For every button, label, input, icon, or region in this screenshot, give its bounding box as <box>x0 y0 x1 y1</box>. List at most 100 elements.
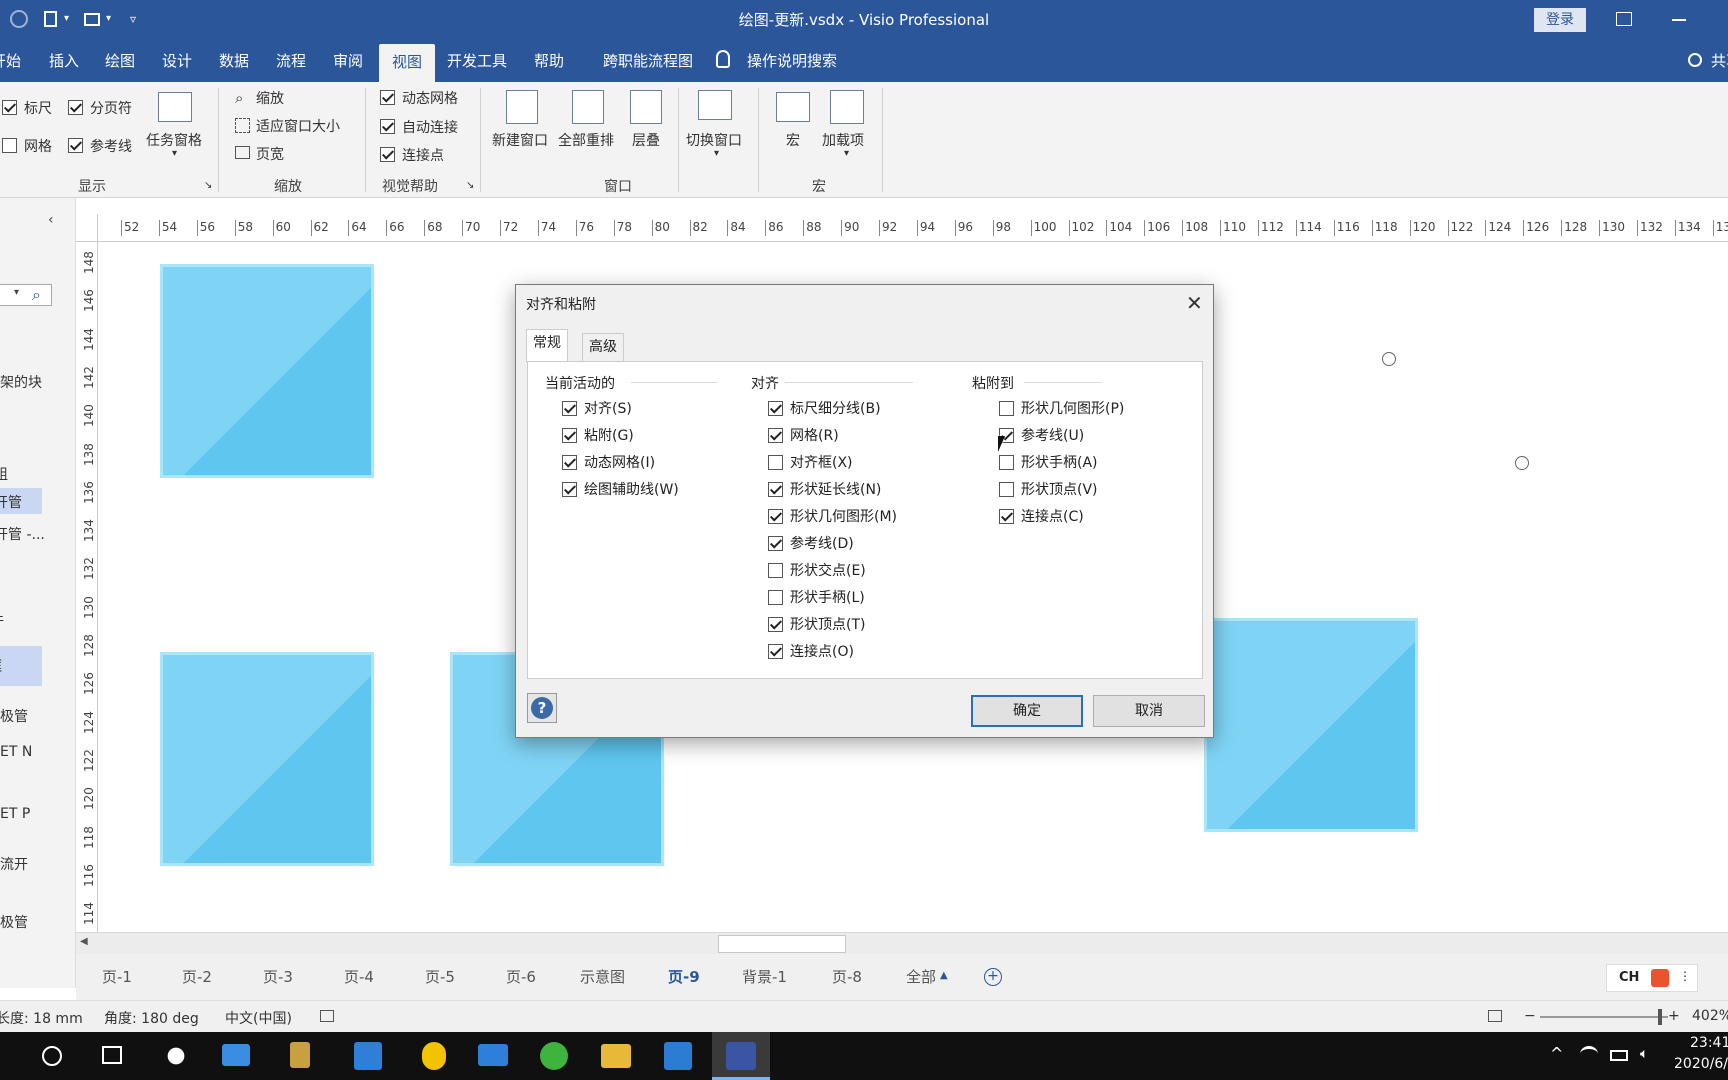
snap-option-10[interactable]: 连接点(O) <box>768 643 854 661</box>
stencil-item[interactable]: 组 <box>0 464 8 484</box>
qq-icon[interactable] <box>422 1042 446 1070</box>
snap-checkbox-3[interactable] <box>768 455 783 470</box>
computer-icon[interactable] <box>222 1044 250 1066</box>
page-tab[interactable]: 页-8 <box>832 966 862 987</box>
new-window-icon[interactable] <box>506 90 538 124</box>
shape-search-box[interactable] <box>0 284 52 306</box>
visio-icon[interactable] <box>726 1042 756 1070</box>
page-tab[interactable]: 页-5 <box>425 966 455 987</box>
page-tab[interactable]: 页-1 <box>102 966 132 987</box>
stencil-item[interactable]: 开管 <box>0 492 22 512</box>
grid-checkbox[interactable] <box>2 138 17 153</box>
snap-checkbox-9[interactable] <box>768 617 783 632</box>
glue-option-3[interactable]: 形状手柄(A) <box>999 454 1098 472</box>
add-page-icon[interactable]: + <box>984 968 1002 986</box>
volume-icon[interactable]: 🔈︎ <box>1640 1046 1648 1062</box>
zoom-out-icon[interactable]: − <box>1524 1008 1536 1024</box>
active-option-3[interactable]: 动态网格(I) <box>562 454 655 472</box>
cascade-icon[interactable] <box>630 90 662 124</box>
stencil-item[interactable]: 件 <box>0 610 4 630</box>
tab-help[interactable]: 帮助 <box>529 40 569 82</box>
snap-option-7[interactable]: 形状交点(E) <box>768 562 866 580</box>
mail-icon[interactable] <box>478 1044 508 1066</box>
tab-insert[interactable]: 插入 <box>44 40 84 82</box>
wifi-icon[interactable] <box>1580 1046 1598 1062</box>
page-width-button[interactable]: 页宽 <box>256 144 284 164</box>
cancel-button[interactable]: 取消 <box>1093 695 1205 727</box>
auto-connect-checkbox[interactable] <box>380 119 395 134</box>
rectangle-shape[interactable] <box>160 652 374 866</box>
stencil-item[interactable]: ET P <box>0 806 30 822</box>
macro-record-icon[interactable] <box>320 1010 334 1022</box>
tab-cross-functional[interactable]: 跨职能流程图 <box>586 40 710 82</box>
search-circle-icon[interactable] <box>42 1046 62 1066</box>
ok-button[interactable]: 确定 <box>971 695 1083 727</box>
page-tab[interactable]: 页-3 <box>263 966 293 987</box>
close-icon[interactable]: ✕ <box>1186 291 1203 315</box>
macros-button[interactable]: 宏 <box>786 130 800 150</box>
guide-point-icon[interactable] <box>1515 456 1529 470</box>
task-panes-icon[interactable] <box>158 92 192 122</box>
cascade-button[interactable]: 层叠 <box>632 130 660 150</box>
addins-icon[interactable] <box>830 90 864 124</box>
tab-view[interactable]: 视图 <box>379 44 435 82</box>
active-checkbox-4[interactable] <box>562 482 577 497</box>
ribbon-display-options-icon[interactable] <box>1616 12 1632 26</box>
arrange-all-button[interactable]: 全部重排 <box>558 130 614 150</box>
tell-me-search[interactable]: 操作说明搜索 <box>744 40 840 82</box>
task-panes-button[interactable]: 任务窗格 <box>146 130 202 150</box>
glue-checkbox-3[interactable] <box>999 455 1014 470</box>
rectangle-shape[interactable] <box>1204 618 1418 832</box>
snap-checkbox-7[interactable] <box>768 563 783 578</box>
pinwheel-app-icon[interactable] <box>156 1038 196 1074</box>
share-button[interactable]: 共享 <box>1706 40 1728 82</box>
stencil-item[interactable]: 框 <box>0 656 2 676</box>
dynamic-grid-checkbox[interactable] <box>380 90 395 105</box>
guides-checkbox[interactable] <box>68 138 83 153</box>
snap-checkbox-10[interactable] <box>768 644 783 659</box>
scroll-thumb[interactable] <box>718 935 846 953</box>
active-checkbox-3[interactable] <box>562 455 577 470</box>
stencil-item[interactable]: 开管 -... <box>0 524 45 544</box>
stencil-item[interactable]: ET N <box>0 744 32 760</box>
snap-option-1[interactable]: 标尺细分线(B) <box>768 400 881 418</box>
addins-button[interactable]: 加载项 <box>822 130 864 150</box>
task-view-icon[interactable] <box>102 1046 122 1064</box>
snap-checkbox-2[interactable] <box>768 428 783 443</box>
zoom-level[interactable]: 402% <box>1692 1008 1728 1024</box>
glue-checkbox-1[interactable] <box>999 401 1014 416</box>
file-explorer-icon[interactable] <box>601 1044 631 1068</box>
snap-checkbox-8[interactable] <box>768 590 783 605</box>
active-checkbox-1[interactable] <box>562 401 577 416</box>
arrange-all-icon[interactable] <box>572 90 604 124</box>
active-option-4[interactable]: 绘图辅助线(W) <box>562 481 679 499</box>
snap-option-8[interactable]: 形状手柄(L) <box>768 589 865 607</box>
dropdown-icon[interactable]: ▾ <box>844 148 849 159</box>
tab-advanced[interactable]: 高级 <box>582 333 624 361</box>
all-pages-button[interactable]: 全部 <box>906 966 936 987</box>
page-tab[interactable]: 页-2 <box>182 966 212 987</box>
horizontal-scrollbar[interactable]: ◀ <box>76 932 1728 954</box>
presentation-mode-icon[interactable] <box>1488 1010 1502 1022</box>
clock-date[interactable]: 2020/6/ <box>1674 1056 1728 1072</box>
guide-point-icon[interactable] <box>1382 352 1396 366</box>
glue-option-1[interactable]: 形状几何图形(P) <box>999 400 1124 418</box>
glue-checkbox-5[interactable] <box>999 509 1014 524</box>
ime-indicator[interactable]: CH ⋮ <box>1606 964 1698 992</box>
active-option-2[interactable]: 粘附(G) <box>562 427 634 445</box>
snap-checkbox-1[interactable] <box>768 401 783 416</box>
dropdown-icon[interactable]: ▾ <box>14 287 19 298</box>
glue-option-4[interactable]: 形状顶点(V) <box>999 481 1098 499</box>
connection-points-checkbox[interactable] <box>380 147 395 162</box>
snap-option-2[interactable]: 网格(R) <box>768 427 839 445</box>
ruler-checkbox[interactable] <box>2 100 17 115</box>
dropdown-icon[interactable]: ▾ <box>714 148 719 159</box>
zoom-slider-thumb[interactable] <box>1658 1009 1662 1025</box>
rectangle-shape[interactable] <box>160 264 374 478</box>
glue-option-2[interactable]: 参考线(U) <box>999 427 1084 445</box>
switch-windows-button[interactable]: 切换窗口 <box>686 130 742 150</box>
stencil-item[interactable]: 极管 <box>0 706 28 726</box>
paint-icon[interactable] <box>290 1042 310 1068</box>
chevron-up-icon[interactable]: ^ <box>1550 1044 1563 1063</box>
page-tab-active[interactable]: 页-9 <box>668 966 700 987</box>
